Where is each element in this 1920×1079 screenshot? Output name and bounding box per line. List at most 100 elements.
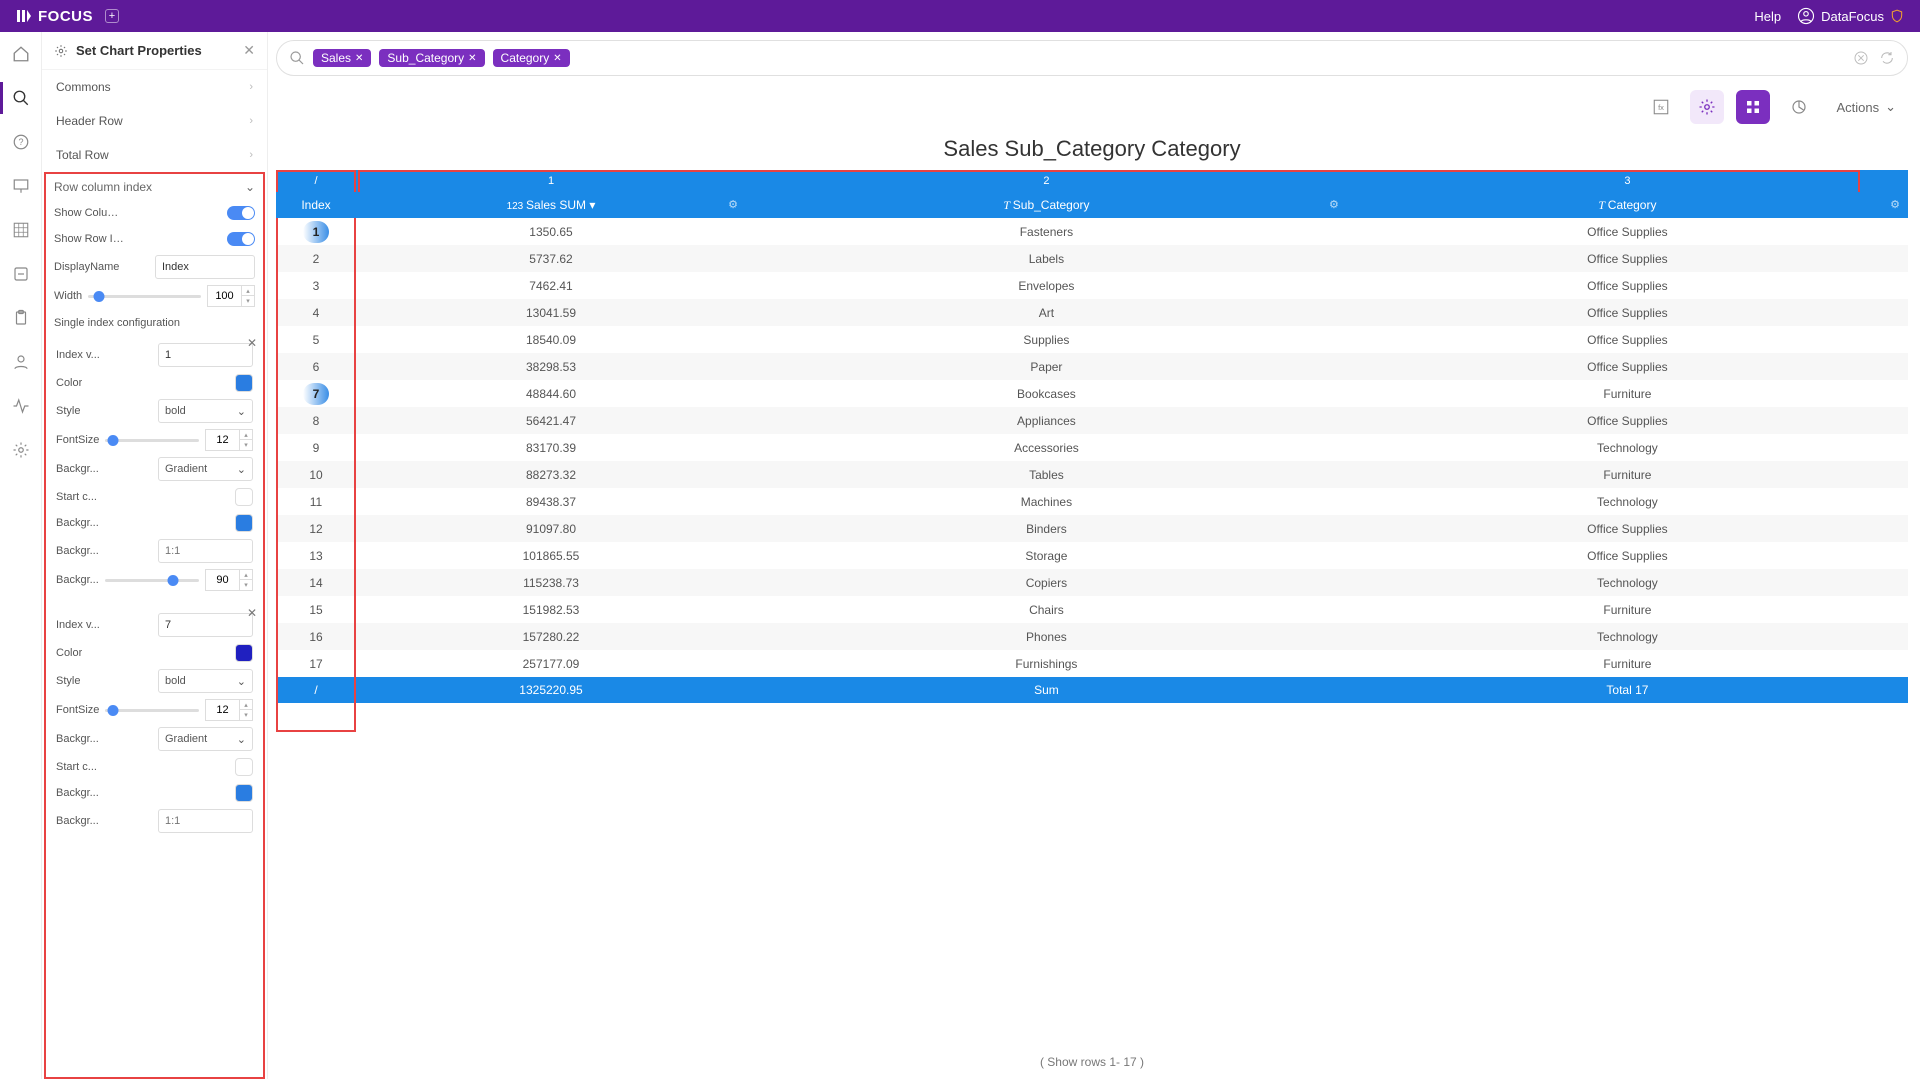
clear-icon[interactable] (1853, 50, 1869, 66)
table-row[interactable]: 17257177.09FurnishingsFurniture (276, 650, 1908, 677)
col-subcategory[interactable]: T Sub_Category⚙ (746, 192, 1347, 218)
table-row[interactable]: 16157280.22PhonesTechnology (276, 623, 1908, 650)
width-spin-up[interactable]: ▴ (242, 286, 254, 296)
cfg2-bg3-input[interactable] (158, 809, 253, 833)
index-config-1: ✕ Index v... Color Stylebold⌄ FontSize▴▾… (52, 336, 257, 598)
rail-home-icon[interactable] (11, 44, 31, 64)
col-sales[interactable]: 123 Sales SUM ▾⚙ (356, 192, 746, 218)
col-index[interactable]: Index (276, 192, 356, 218)
category-cell: Office Supplies (1347, 326, 1908, 353)
refresh-icon[interactable] (1879, 50, 1895, 66)
search-bar[interactable]: Sales✕ Sub_Category✕ Category✕ (276, 40, 1908, 76)
actions-menu[interactable]: Actions⌄ (1828, 93, 1904, 121)
table-row[interactable]: 13101865.55StorageOffice Supplies (276, 542, 1908, 569)
tool-formula-icon[interactable]: fx (1644, 90, 1678, 124)
show-row-label: Show Row In... (54, 233, 126, 245)
pill-remove-icon[interactable]: ✕ (553, 53, 561, 64)
table-row[interactable]: 1291097.80BindersOffice Supplies (276, 515, 1908, 542)
section-row-column-index[interactable]: Row column index⌄ (52, 178, 257, 200)
table-row[interactable]: 14115238.73CopiersTechnology (276, 569, 1908, 596)
data-table: / 1 2 3 Index 123 Sales SUM ▾⚙ T Sub_Cat… (276, 170, 1908, 703)
rail-grid-icon[interactable] (11, 220, 31, 240)
table-row[interactable]: 856421.47AppliancesOffice Supplies (276, 407, 1908, 434)
rail-user-icon[interactable] (11, 352, 31, 372)
cfg1-bg2-swatch[interactable] (235, 514, 253, 532)
chart-title: Sales Sub_Category Category (276, 132, 1908, 170)
rail-clipboard-icon[interactable] (11, 308, 31, 328)
panel-close-button[interactable]: ✕ (243, 42, 255, 59)
chevron-down-icon: ⌄ (245, 180, 255, 194)
cfg2-bg-select[interactable]: Gradient⌄ (158, 727, 253, 751)
section-total-row[interactable]: Total Row› (42, 138, 267, 172)
table-row[interactable]: 15151982.53ChairsFurniture (276, 596, 1908, 623)
rail-presentation-icon[interactable] (11, 176, 31, 196)
cfg1-style-select[interactable]: bold⌄ (158, 399, 253, 423)
show-column-toggle[interactable] (227, 206, 255, 220)
width-spin-down[interactable]: ▾ (242, 296, 254, 306)
section-header-row[interactable]: Header Row› (42, 104, 267, 138)
cfg1-fontsize-slider[interactable] (105, 439, 199, 442)
col-category[interactable]: T Category⚙ (1347, 192, 1908, 218)
cfg1-index-input[interactable] (158, 343, 253, 367)
main-content: Sales✕ Sub_Category✕ Category✕ fx Action… (268, 32, 1920, 1079)
chevron-down-icon: ⌄ (237, 463, 246, 476)
table-row[interactable]: 1189438.37MachinesTechnology (276, 488, 1908, 515)
cfg2-fontsize-slider[interactable] (105, 709, 199, 712)
pill-category[interactable]: Category✕ (493, 49, 570, 67)
config2-close-button[interactable]: ✕ (247, 606, 257, 620)
gear-icon[interactable]: ⚙ (1890, 198, 1900, 211)
tool-chart-icon[interactable] (1782, 90, 1816, 124)
cfg1-bg3-input[interactable] (158, 539, 253, 563)
table-row[interactable]: 748844.60BookcasesFurniture (276, 380, 1908, 407)
table-row[interactable]: 983170.39AccessoriesTechnology (276, 434, 1908, 461)
pill-remove-icon[interactable]: ✕ (355, 53, 363, 64)
table-row[interactable]: 1088273.32TablesFurniture (276, 461, 1908, 488)
num-header-1: 1 (356, 170, 746, 192)
rail-help-icon[interactable]: ? (11, 132, 31, 152)
cfg2-fontsize-input[interactable] (205, 699, 239, 721)
category-cell: Office Supplies (1347, 515, 1908, 542)
gear-icon[interactable]: ⚙ (728, 198, 738, 211)
config1-close-button[interactable]: ✕ (247, 336, 257, 350)
cfg1-fontsize-input[interactable] (205, 429, 239, 451)
table-row[interactable]: 11350.65FastenersOffice Supplies (276, 218, 1908, 245)
chart-toolbar: fx Actions⌄ (276, 76, 1908, 132)
new-tab-button[interactable]: + (105, 9, 119, 23)
pill-subcategory[interactable]: Sub_Category✕ (379, 49, 484, 67)
cfg2-index-input[interactable] (158, 613, 253, 637)
tool-settings-icon[interactable] (1690, 90, 1724, 124)
table-row[interactable]: 25737.62LabelsOffice Supplies (276, 245, 1908, 272)
cfg1-bg4-input[interactable] (205, 569, 239, 591)
table-row[interactable]: 518540.09SuppliesOffice Supplies (276, 326, 1908, 353)
table-body: 11350.65FastenersOffice Supplies25737.62… (276, 218, 1908, 677)
section-commons[interactable]: Commons› (42, 70, 267, 104)
table-row[interactable]: 413041.59ArtOffice Supplies (276, 299, 1908, 326)
rail-settings-icon[interactable] (11, 440, 31, 460)
rail-minus-icon[interactable] (11, 264, 31, 284)
category-cell: Technology (1347, 488, 1908, 515)
cfg1-color-swatch[interactable] (235, 374, 253, 392)
cfg2-style-select[interactable]: bold⌄ (158, 669, 253, 693)
single-index-label: Single index configuration (54, 317, 180, 329)
width-slider[interactable] (88, 295, 201, 298)
cfg1-bg-select[interactable]: Gradient⌄ (158, 457, 253, 481)
width-input[interactable] (207, 285, 241, 307)
gear-icon[interactable]: ⚙ (1329, 198, 1339, 211)
user-menu[interactable]: DataFocus (1797, 7, 1904, 25)
rail-search-icon[interactable] (11, 88, 31, 108)
rail-activity-icon[interactable] (11, 396, 31, 416)
category-cell: Office Supplies (1347, 272, 1908, 299)
display-name-input[interactable] (155, 255, 255, 279)
cfg1-bg4-slider[interactable] (105, 579, 199, 582)
tool-grid-icon[interactable] (1736, 90, 1770, 124)
cfg2-color-swatch[interactable] (235, 644, 253, 662)
pill-sales[interactable]: Sales✕ (313, 49, 371, 67)
help-link[interactable]: Help (1754, 9, 1781, 24)
cfg2-startcolor-swatch[interactable] (235, 758, 253, 776)
pill-remove-icon[interactable]: ✕ (468, 53, 476, 64)
show-row-toggle[interactable] (227, 232, 255, 246)
cfg1-startcolor-swatch[interactable] (235, 488, 253, 506)
table-row[interactable]: 638298.53PaperOffice Supplies (276, 353, 1908, 380)
table-row[interactable]: 37462.41EnvelopesOffice Supplies (276, 272, 1908, 299)
cfg2-bg2-swatch[interactable] (235, 784, 253, 802)
